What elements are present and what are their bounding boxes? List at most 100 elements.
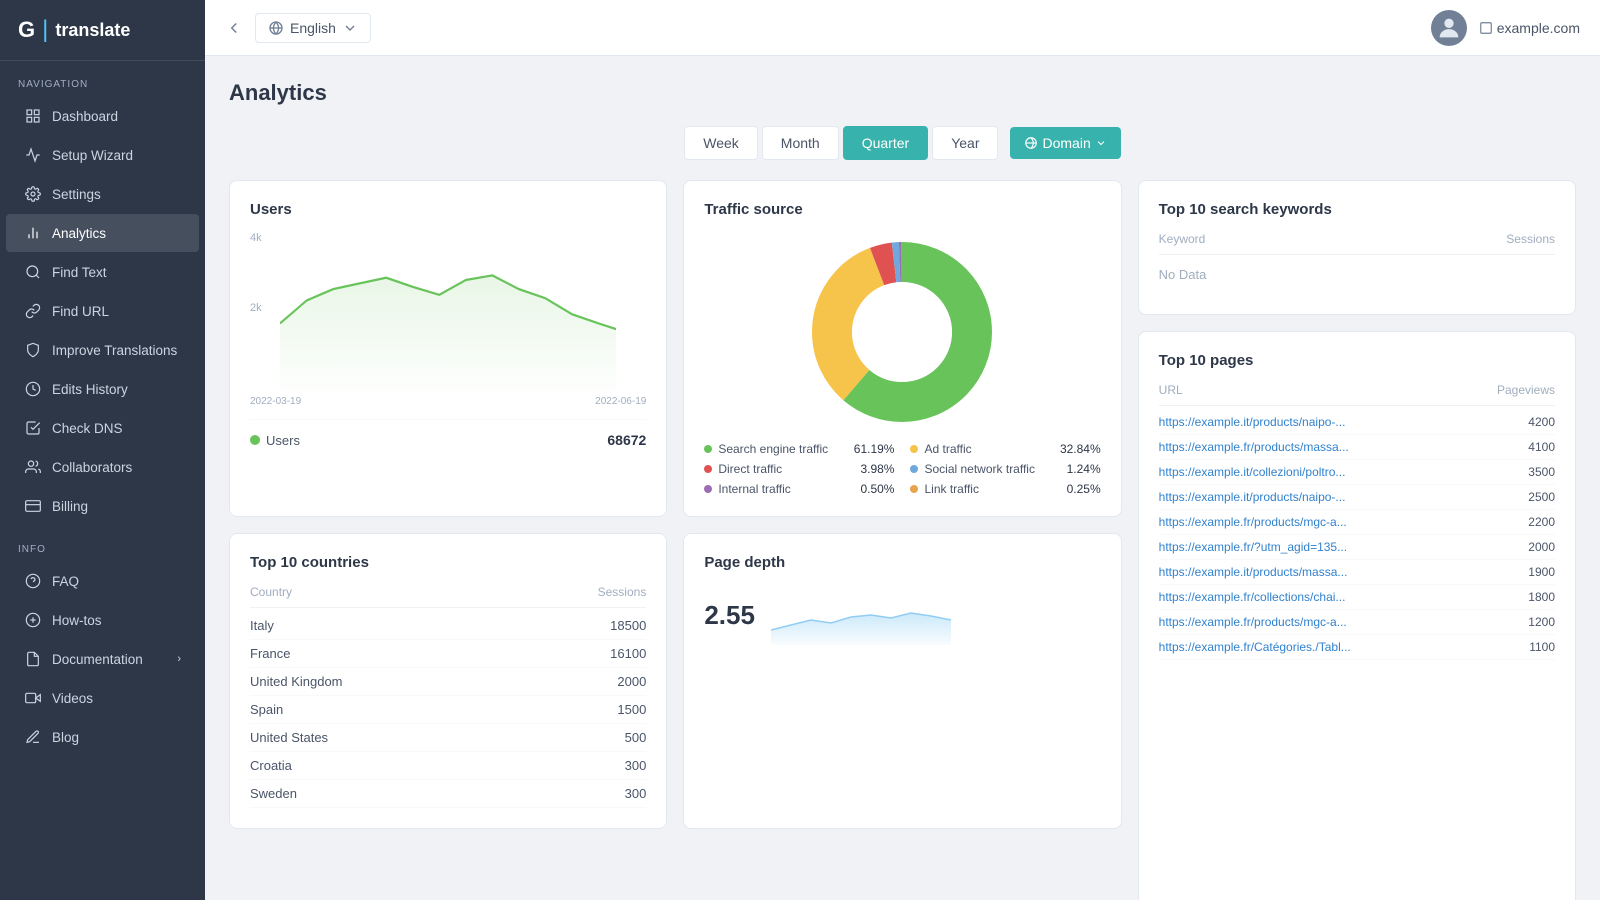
sidebar-item-dashboard[interactable]: Dashboard [6,97,199,135]
users-legend: Users 68672 [250,419,646,448]
country-row: France16100 [250,640,646,668]
countries-card: Top 10 countries Country Sessions Italy1… [229,533,667,829]
billing-icon [24,497,42,515]
sidebar-item-settings[interactable]: Settings [6,175,199,213]
tab-week[interactable]: Week [684,126,758,160]
collaborators-icon [24,458,42,476]
find-text-icon [24,263,42,281]
countries-header: Country Sessions [250,585,646,608]
topbar: English example.com [205,0,1600,56]
traffic-card: Traffic source [683,180,1121,517]
sidebar-item-label: Billing [52,499,88,514]
users-card-title: Users [250,201,646,218]
sidebar-item-label: Check DNS [52,421,123,436]
blog-icon [24,728,42,746]
find-url-icon [24,302,42,320]
traffic-legend-item: Search engine traffic61.19% [704,442,894,456]
page-url-link[interactable]: https://example.fr/Catégories./Tabl... [1159,640,1351,654]
sidebar-item-blog[interactable]: Blog [6,718,199,756]
traffic-legend-item: Direct traffic3.98% [704,462,894,476]
setup-wizard-icon [24,146,42,164]
sidebar-item-check-dns[interactable]: Check DNS [6,409,199,447]
sidebar-item-faq[interactable]: FAQ [6,562,199,600]
page-url-link[interactable]: https://example.fr/products/massa... [1159,440,1349,454]
sidebar-item-label: Documentation [52,652,143,667]
domain-button[interactable]: Domain [1010,127,1120,159]
sidebar-item-setup-wizard[interactable]: Setup Wizard [6,136,199,174]
settings-icon [24,185,42,203]
sidebar-item-collaborators[interactable]: Collaborators [6,448,199,486]
how-tos-icon [24,611,42,629]
page-url-link[interactable]: https://example.it/products/naipo-... [1159,490,1346,504]
keywords-card: Top 10 search keywords Keyword Sessions … [1138,180,1576,315]
countries-card-title: Top 10 countries [250,554,646,571]
traffic-legend-item: Internal traffic0.50% [704,482,894,496]
sidebar-item-label: Setup Wizard [52,148,133,163]
logo-g: G [18,17,35,43]
page-row: https://example.fr/products/mgc-a...2200 [1159,510,1555,535]
improve-translations-icon [24,341,42,359]
sidebar-item-find-text[interactable]: Find Text [6,253,199,291]
sidebar-item-label: Find Text [52,265,107,280]
sidebar-item-label: Find URL [52,304,109,319]
edits-history-icon [24,380,42,398]
traffic-legend-item: Link traffic0.25% [910,482,1100,496]
documentation-icon [24,650,42,668]
page-row: https://example.fr/?utm_agid=135...2000 [1159,535,1555,560]
page-url-link[interactable]: https://example.fr/products/mgc-a... [1159,515,1347,529]
sidebar-item-find-url[interactable]: Find URL [6,292,199,330]
tab-year[interactable]: Year [932,126,998,160]
page-url-link[interactable]: https://example.fr/collections/chai... [1159,590,1346,604]
chart-y-labels: 4k 2k [250,232,262,392]
sidebar-item-analytics[interactable]: Analytics [6,214,199,252]
sidebar-item-label: Improve Translations [52,343,177,358]
page-url-link[interactable]: https://example.fr/products/mgc-a... [1159,615,1347,629]
depth-card: Page depth 2.55 [683,533,1121,829]
traffic-card-title: Traffic source [704,201,1100,218]
sidebar-item-label: Analytics [52,226,106,241]
sidebar-item-label: FAQ [52,574,79,589]
users-legend-item: Users [250,433,300,448]
page-row: https://example.fr/products/mgc-a...1200 [1159,610,1555,635]
page-row: https://example.it/products/naipo-...250… [1159,485,1555,510]
sidebar-item-documentation[interactable]: Documentation› [6,640,199,678]
language-label: English [290,20,336,36]
sidebar-item-videos[interactable]: Videos [6,679,199,717]
logo: G | translate [0,0,205,61]
page-row: https://example.it/collezioni/poltro...3… [1159,460,1555,485]
language-selector[interactable]: English [255,13,371,43]
traffic-legend: Search engine traffic61.19%Ad traffic32.… [704,442,1100,496]
sidebar-item-how-tos[interactable]: How-tos [6,601,199,639]
back-button[interactable] [225,19,243,37]
page-url-link[interactable]: https://example.it/collezioni/poltro... [1159,465,1346,479]
sidebar-item-billing[interactable]: Billing [6,487,199,525]
videos-icon [24,689,42,707]
page-row: https://example.it/products/massa...1900 [1159,560,1555,585]
nav-section-navigation-label: NAVIGATION [0,61,205,96]
country-row: United States500 [250,724,646,752]
avatar [1431,10,1467,46]
depth-value: 2.55 [704,600,755,631]
keywords-header: Keyword Sessions [1159,232,1555,255]
sidebar-item-label: Settings [52,187,101,202]
page-row: https://example.fr/collections/chai...18… [1159,585,1555,610]
page-url-link[interactable]: https://example.fr/?utm_agid=135... [1159,540,1347,554]
country-row: Italy18500 [250,612,646,640]
page-url-link[interactable]: https://example.it/products/massa... [1159,565,1348,579]
topbar-right: example.com [1431,10,1580,46]
countries-rows: Italy18500France16100United Kingdom2000S… [250,612,646,808]
tab-quarter[interactable]: Quarter [843,126,928,160]
page-url-link[interactable]: https://example.it/products/naipo-... [1159,415,1346,429]
sidebar-item-label: How-tos [52,613,102,628]
pages-rows: https://example.it/products/naipo-...420… [1159,410,1555,660]
main-area: English example.com Analytics Week Month… [205,0,1600,900]
country-row: United Kingdom2000 [250,668,646,696]
pages-card: Top 10 pages URL Pageviews https://examp… [1138,331,1576,900]
sidebar-item-improve-translations[interactable]: Improve Translations [6,331,199,369]
country-row: Croatia300 [250,752,646,780]
analytics-icon [24,224,42,242]
check-dns-icon [24,419,42,437]
donut-svg [802,232,1002,432]
tab-month[interactable]: Month [762,126,839,160]
sidebar-item-edits-history[interactable]: Edits History [6,370,199,408]
